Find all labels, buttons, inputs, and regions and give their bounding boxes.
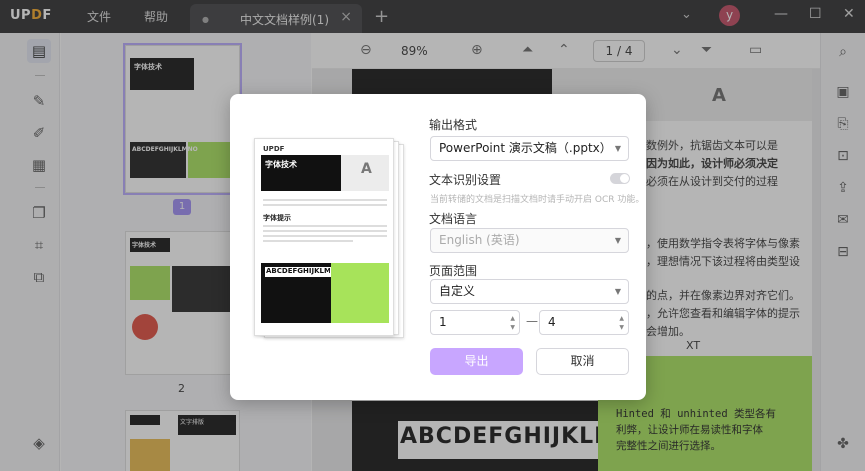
ocr-hint: 当前转储的文档是扫描文档时请手动开启 OCR 功能。 bbox=[430, 195, 645, 205]
caret-down-icon: ▼ bbox=[614, 236, 621, 245]
document-language-label: 文档语言 bbox=[429, 212, 478, 226]
range-to-value: 4 bbox=[548, 315, 556, 329]
output-format-select[interactable]: PowerPoint 演示文稿（.pptx） ▼ bbox=[430, 136, 629, 161]
output-format-value: PowerPoint 演示文稿（.pptx） bbox=[439, 141, 612, 155]
document-language-value: English (英语) bbox=[439, 233, 520, 247]
range-from-input[interactable]: 1 ▲ ▼ bbox=[430, 310, 520, 335]
spin-up-icon[interactable]: ▲ bbox=[619, 315, 624, 323]
range-dash: — bbox=[526, 314, 538, 328]
export-dialog: UPDF 字体技术 A 字体提示 ABCDEFGHIJKLMNO 输出格式 Po… bbox=[230, 94, 646, 400]
spin-up-icon[interactable]: ▲ bbox=[510, 315, 515, 323]
range-to-input[interactable]: 4 ▲ ▼ bbox=[539, 310, 629, 335]
preview-title: 字体技术 bbox=[265, 160, 297, 169]
caret-down-icon: ▼ bbox=[614, 144, 621, 153]
page-range-label: 页面范围 bbox=[429, 264, 478, 278]
spin-down-icon[interactable]: ▼ bbox=[619, 324, 624, 332]
ocr-settings-label: 文本识别设置 bbox=[429, 173, 502, 187]
export-button[interactable]: 导出 bbox=[430, 348, 523, 375]
cancel-button[interactable]: 取消 bbox=[536, 348, 629, 375]
preview-glyphs: ABCDEFGHIJKLMNO bbox=[266, 267, 330, 275]
preview-thumbnail: UPDF 字体技术 A 字体提示 ABCDEFGHIJKLMNO bbox=[254, 138, 404, 338]
document-language-select[interactable]: English (英语) ▼ bbox=[430, 228, 629, 253]
preview-logo: UPDF bbox=[263, 145, 285, 153]
page-range-select[interactable]: 自定义 ▼ bbox=[430, 279, 629, 304]
spin-down-icon[interactable]: ▼ bbox=[510, 324, 515, 332]
preview-glyph-icon: A bbox=[361, 161, 372, 177]
preview-subtitle: 字体提示 bbox=[263, 214, 291, 222]
range-from-value: 1 bbox=[439, 315, 447, 329]
caret-down-icon: ▼ bbox=[614, 287, 621, 296]
page-range-value: 自定义 bbox=[439, 284, 476, 298]
output-format-label: 输出格式 bbox=[429, 118, 478, 132]
ocr-toggle[interactable] bbox=[610, 173, 630, 184]
